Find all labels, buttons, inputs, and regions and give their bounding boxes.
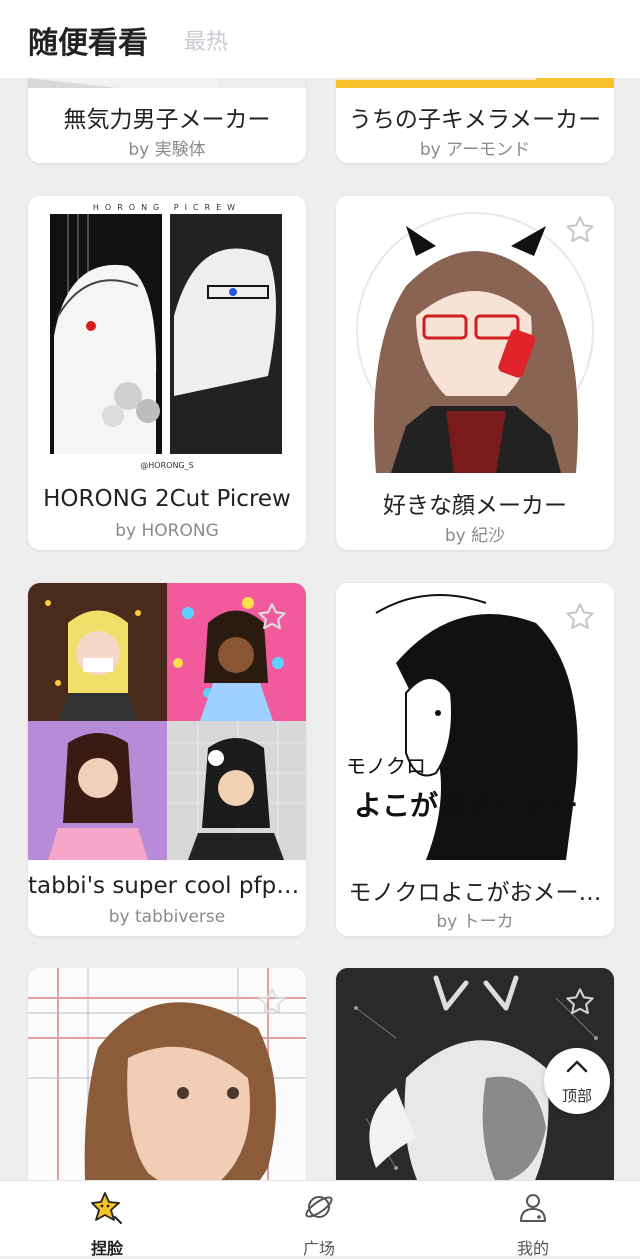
planet-icon bbox=[305, 1196, 333, 1218]
maker-card-5[interactable]: tabbi's super cool pfp … by tabbiverse bbox=[28, 583, 306, 936]
page-title: 随便看看 bbox=[28, 26, 148, 61]
card-author: by HORONG bbox=[115, 521, 219, 541]
thumb-top-text: HORONG PICREW bbox=[93, 203, 241, 212]
card-title: うちの子キメラメーカー bbox=[348, 107, 602, 133]
star-face-icon bbox=[91, 1192, 122, 1224]
card-author: by tabbiverse bbox=[108, 907, 226, 927]
favorite-star-icon[interactable] bbox=[256, 601, 288, 633]
maker-card-4[interactable]: 好きな顔メーカー by 紀沙 bbox=[336, 196, 614, 550]
nav-item-face[interactable]: 捏脸 bbox=[47, 1181, 167, 1258]
card-author: by 紀沙 bbox=[444, 526, 506, 546]
maker-card-6[interactable]: モノクロ よこがおメーカー モノクロよこがおメー… by トーカ bbox=[336, 583, 614, 936]
card-title: 無気力男子メーカー bbox=[63, 107, 271, 133]
card-title: tabbi's super cool pfp … bbox=[28, 873, 306, 899]
favorite-star-icon[interactable] bbox=[256, 986, 288, 1018]
back-to-top-label: 顶部 bbox=[561, 1087, 592, 1105]
card-title: 好きな顔メーカー bbox=[383, 493, 567, 519]
top-header: 随便看看 最热 bbox=[0, 0, 640, 78]
favorite-star-icon[interactable] bbox=[564, 214, 596, 246]
thumb-text-line1: モノクロ bbox=[346, 754, 426, 778]
thumb-bottom-text: @HORONG_S bbox=[140, 461, 193, 470]
favorite-star-icon[interactable] bbox=[564, 601, 596, 633]
maker-card-3[interactable]: HORONG PICREW @HORONG_S HORONG 2Cut Picr… bbox=[28, 196, 306, 550]
thumb-text-line2: よこがおメーカー bbox=[354, 789, 578, 822]
nav-label-face: 捏脸 bbox=[90, 1239, 123, 1258]
card-author: by 実験体 bbox=[128, 140, 206, 160]
nav-item-square[interactable]: 广场 bbox=[259, 1181, 379, 1258]
card-thumbnail: HORONG PICREW @HORONG_S bbox=[28, 196, 306, 473]
nav-item-mine[interactable]: 我的 bbox=[473, 1181, 593, 1258]
user-icon bbox=[520, 1194, 546, 1222]
nav-label-mine: 我的 bbox=[516, 1239, 549, 1258]
nav-label-square: 广场 bbox=[302, 1239, 335, 1258]
card-thumbnail: モノクロ よこがおメーカー bbox=[336, 583, 614, 860]
card-thumbnail bbox=[28, 583, 306, 860]
tab-hot[interactable]: 最热 bbox=[184, 24, 228, 56]
card-author: by トーカ bbox=[436, 912, 514, 932]
card-thumbnail bbox=[336, 196, 614, 473]
card-title: モノクロよこがおメー… bbox=[348, 880, 602, 906]
bottom-nav: 捏脸 广场 我的 bbox=[0, 1180, 640, 1258]
back-to-top-button[interactable]: 顶部 bbox=[544, 1048, 610, 1114]
chevron-up-icon bbox=[566, 1060, 588, 1073]
favorite-star-icon[interactable] bbox=[564, 986, 596, 1018]
card-author: by アーモンド bbox=[419, 140, 531, 160]
card-title: HORONG 2Cut Picrew bbox=[43, 486, 291, 512]
